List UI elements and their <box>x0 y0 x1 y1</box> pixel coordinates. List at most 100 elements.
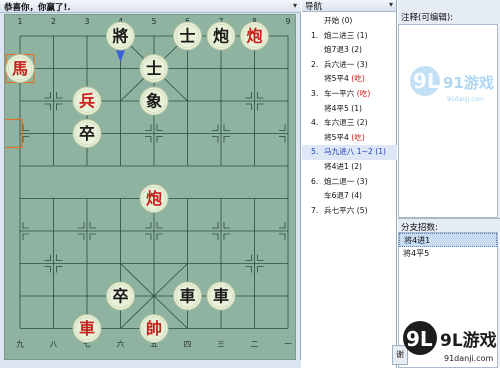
move-text: 将5平4 (吃) <box>324 131 365 146</box>
position-marker <box>257 266 264 273</box>
position-marker <box>22 222 29 229</box>
position-marker <box>279 233 286 240</box>
move-number: 5. <box>311 147 319 157</box>
position-marker <box>223 222 230 229</box>
chess-piece[interactable]: 炮 <box>139 184 169 213</box>
position-marker <box>89 222 96 229</box>
chess-piece[interactable]: 象 <box>139 86 169 116</box>
move-text: 炮7退3 (2) <box>324 43 362 58</box>
move-list-item[interactable]: 将4平5 (1) <box>302 102 397 117</box>
file-label-top: 2 <box>51 17 56 26</box>
chess-piece[interactable]: 車 <box>206 281 236 311</box>
move-list-item[interactable]: 7. 兵七平六 (5) <box>302 204 397 219</box>
piece-label: 士 <box>146 59 162 78</box>
move-number: 6. <box>311 176 319 186</box>
move-list-item[interactable]: 3. 车一平六 (吃) <box>302 87 397 102</box>
chess-piece[interactable]: 車 <box>173 281 202 311</box>
svg-text:9L: 9L <box>413 69 440 93</box>
chess-piece[interactable]: 兵 <box>72 86 102 116</box>
board-title-bar: 恭喜你，你赢了!. ▾ <box>0 0 301 13</box>
position-marker <box>245 266 252 273</box>
position-marker <box>145 233 152 240</box>
chess-piece[interactable]: 士 <box>173 21 202 51</box>
file-label-top: 5 <box>152 17 157 26</box>
position-marker <box>245 103 252 110</box>
move-list-item[interactable]: 2. 兵六进一 (3) <box>302 58 397 73</box>
move-list-item[interactable]: 6. 炮二退一 (3) <box>302 175 397 190</box>
watermark-top-url: 91danji.com <box>447 96 484 103</box>
move-text: 马九进八 1~2 (1) <box>324 145 386 160</box>
position-marker <box>22 233 29 240</box>
capture-note: (吃) <box>351 74 365 84</box>
position-marker <box>279 136 286 143</box>
chess-piece[interactable]: 車 <box>72 314 102 343</box>
position-marker <box>145 222 152 229</box>
piece-label: 炮 <box>213 27 229 46</box>
board-svg[interactable]: 123456789九八七六五四三二一將士炮炮馬士兵象卒炮卒車車車帥 <box>5 15 297 361</box>
capture-note: (吃) <box>351 132 365 142</box>
branch-item[interactable]: 将4进1 <box>399 233 497 247</box>
move-list-item[interactable]: 开始 (0) <box>302 14 397 29</box>
move-text: 炮二进三 (1) <box>324 29 368 44</box>
piece-label: 車 <box>213 287 229 306</box>
branch-item[interactable]: 将4平5 <box>399 247 497 261</box>
comment-panel: 注释(可编辑): 9L 91游戏 91danji.com 分支招数: 将4进1 将… <box>398 0 500 368</box>
piece-label: 將 <box>112 27 128 46</box>
move-list-item[interactable]: 1. 炮二进三 (1) <box>302 29 397 44</box>
move-notation: 将4平5 (1) <box>324 103 363 113</box>
chess-piece[interactable]: 卒 <box>72 119 102 148</box>
position-marker <box>44 266 51 273</box>
file-label-bottom: 九 <box>16 340 24 349</box>
move-list-item[interactable]: 车6退7 (4) <box>302 189 397 204</box>
move-list-item[interactable]: 5. 马九进八 1~2 (1) <box>302 145 397 160</box>
move-number: 2. <box>311 59 319 69</box>
position-marker <box>145 136 152 143</box>
chess-piece[interactable]: 帥 <box>139 314 169 343</box>
file-label-top: 1 <box>18 17 23 26</box>
position-marker <box>156 222 163 229</box>
move-text: 兵七平六 (5) <box>324 204 368 219</box>
move-notation: 车一平六 <box>324 88 357 98</box>
chess-piece[interactable]: 將 <box>106 21 135 51</box>
chess-piece[interactable]: 炮 <box>240 21 269 51</box>
move-text: 车一平六 (吃) <box>324 87 370 102</box>
file-label-bottom: 三 <box>217 340 225 349</box>
move-list-item[interactable]: 将4进1 (2) <box>302 160 397 175</box>
chess-piece[interactable]: 馬 <box>5 54 35 83</box>
move-list-item[interactable]: 炮7退3 (2) <box>302 43 397 58</box>
comment-header: 注释(可编辑): <box>398 0 500 24</box>
piece-label: 車 <box>179 287 195 306</box>
position-marker <box>245 254 252 261</box>
move-list-item[interactable]: 将5平4 (吃) <box>302 72 397 87</box>
position-marker <box>78 233 85 240</box>
move-notation: 将4进1 (2) <box>324 161 363 171</box>
piece-label: 士 <box>179 27 195 46</box>
position-marker <box>223 124 230 131</box>
game-result-title: 恭喜你，你赢了!. <box>4 3 71 13</box>
chess-piece[interactable]: 士 <box>139 54 169 83</box>
move-list-item[interactable]: 将5平4 (吃) <box>302 131 397 146</box>
chess-board[interactable]: 123456789九八七六五四三二一將士炮炮馬士兵象卒炮卒車車車帥 <box>4 14 296 360</box>
move-list-item[interactable]: 4. 车六退三 (2) <box>302 116 397 131</box>
move-list[interactable]: 开始 (0) 1. 炮二进三 (1) 炮7退3 (2) 2. 兵六进一 (3) 将5平4 (… <box>302 14 397 218</box>
piece-label: 象 <box>146 92 162 111</box>
move-notation: 车6退7 (4) <box>324 191 363 201</box>
watermark-top-text: 91游戏 <box>443 74 494 92</box>
move-notation: 炮二退一 (3) <box>324 176 368 186</box>
comment-textarea[interactable]: 9L 91游戏 91danji.com <box>398 24 498 218</box>
watermark-bottom-url: 91danji.com <box>444 354 494 363</box>
position-marker <box>22 136 29 143</box>
file-label-top: 9 <box>286 17 291 26</box>
piece-label: 炮 <box>246 27 262 46</box>
position-marker <box>212 222 219 229</box>
chess-piece[interactable]: 卒 <box>106 281 135 311</box>
chess-piece[interactable]: 炮 <box>206 21 236 51</box>
nav-pin-icon[interactable]: ▾ <box>389 0 393 9</box>
nav-title: 导航 <box>305 2 323 12</box>
board-status-strip <box>0 360 301 368</box>
watermark-logo-bottom: 9L 9L游戏 91danji.com <box>403 321 497 363</box>
pin-icon[interactable]: ▾ <box>293 1 297 10</box>
position-marker <box>44 92 51 99</box>
move-notation: 马九进八 1~2 (1) <box>324 147 386 157</box>
position-marker <box>56 266 63 273</box>
